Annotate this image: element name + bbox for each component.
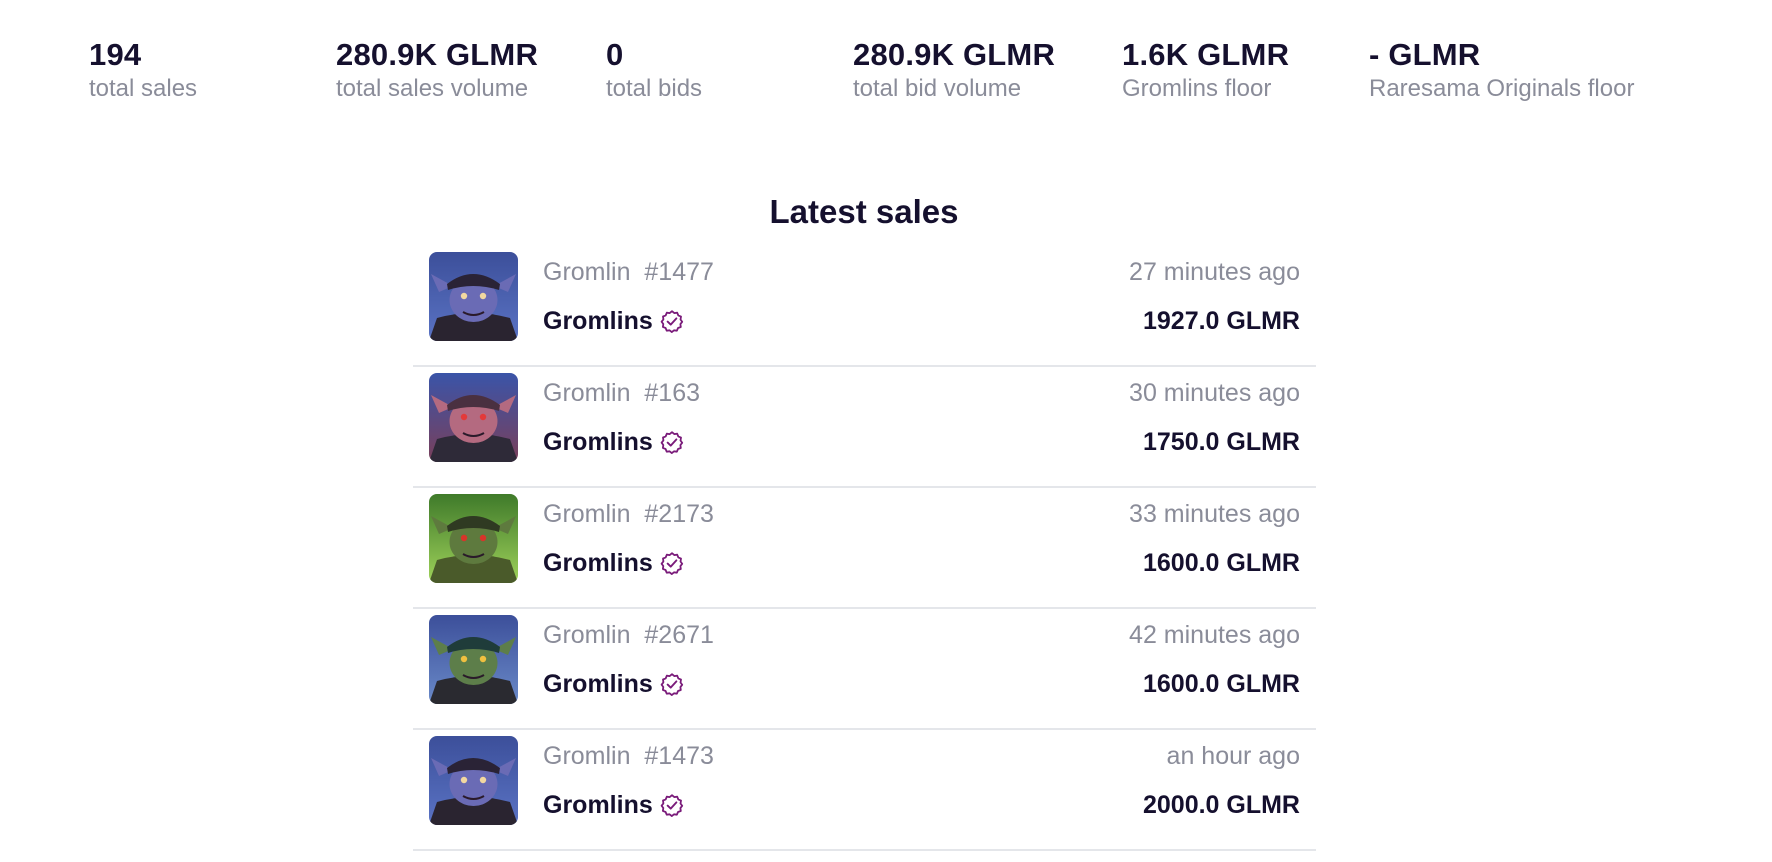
collection-name[interactable]: Gromlins bbox=[543, 789, 653, 821]
sale-time: 42 minutes ago bbox=[1129, 621, 1300, 649]
stat-value: 280.9K GLMR bbox=[336, 37, 539, 72]
collection[interactable]: Gromlins bbox=[543, 789, 684, 821]
stat-total-bid-volume: 280.9K GLMR total bid volume bbox=[853, 36, 1055, 104]
collection[interactable]: Gromlins bbox=[543, 547, 684, 579]
collection-name[interactable]: Gromlins bbox=[543, 305, 653, 337]
stat-raresama-originals-floor: - GLMR Raresama Originals floor bbox=[1369, 36, 1634, 104]
item-name[interactable]: Gromlin #2173 bbox=[543, 498, 714, 530]
sale-price: 1750.0 GLMR bbox=[1142, 428, 1300, 456]
item-name[interactable]: Gromlin #2671 bbox=[543, 619, 714, 651]
collection[interactable]: Gromlins bbox=[543, 305, 684, 337]
nft-thumbnail[interactable] bbox=[429, 736, 518, 825]
collection[interactable]: Gromlins bbox=[543, 668, 684, 700]
collection-name[interactable]: Gromlins bbox=[543, 426, 653, 458]
sale-price: 1600.0 GLMR bbox=[1142, 670, 1300, 698]
stat-label: Raresama Originals floor bbox=[1369, 75, 1635, 102]
nft-thumbnail[interactable] bbox=[429, 373, 518, 462]
stat-value: - GLMR bbox=[1369, 37, 1481, 72]
item-name[interactable]: Gromlin #1477 bbox=[543, 256, 714, 288]
sale-row[interactable]: Gromlin #163 Gromlins 30 minutes ago 175… bbox=[413, 367, 1316, 488]
sale-row[interactable]: Gromlin #2173 Gromlins 33 minutes ago 16… bbox=[413, 488, 1316, 609]
verified-badge-icon bbox=[660, 793, 684, 817]
stat-label: total bid volume bbox=[853, 75, 1022, 102]
stat-total-sales-volume: 280.9K GLMR total sales volume bbox=[336, 36, 538, 104]
stat-label: total bids bbox=[606, 75, 703, 102]
stat-gromlins-floor: 1.6K GLMR Gromlins floor bbox=[1122, 36, 1289, 104]
nft-thumbnail[interactable] bbox=[429, 252, 518, 341]
stat-total-bids: 0 total bids bbox=[606, 36, 702, 104]
stats-bar: 194 total sales 280.9K GLMR total sales … bbox=[89, 36, 1749, 116]
sale-time: 33 minutes ago bbox=[1129, 500, 1300, 528]
sale-price: 2000.0 GLMR bbox=[1142, 791, 1300, 819]
collection-name[interactable]: Gromlins bbox=[543, 668, 653, 700]
collection[interactable]: Gromlins bbox=[543, 426, 684, 458]
stat-value: 280.9K GLMR bbox=[853, 37, 1056, 72]
stat-value: 1.6K GLMR bbox=[1122, 37, 1290, 72]
latest-sales-list: Gromlin #1477 Gromlins 27 minutes ago 19… bbox=[413, 246, 1316, 851]
sale-time: an hour ago bbox=[1166, 742, 1300, 770]
item-name[interactable]: Gromlin #163 bbox=[543, 377, 700, 409]
stat-label: total sales volume bbox=[336, 75, 529, 102]
verified-badge-icon bbox=[660, 309, 684, 333]
sale-row[interactable]: Gromlin #2671 Gromlins 42 minutes ago 16… bbox=[413, 609, 1316, 730]
verified-badge-icon bbox=[660, 551, 684, 575]
nft-thumbnail[interactable] bbox=[429, 494, 518, 583]
stat-label: Gromlins floor bbox=[1122, 75, 1272, 102]
sale-row[interactable]: Gromlin #1473 Gromlins an hour ago 2000.… bbox=[413, 730, 1316, 851]
sale-time: 30 minutes ago bbox=[1129, 379, 1300, 407]
sale-time: 27 minutes ago bbox=[1129, 258, 1300, 286]
verified-badge-icon bbox=[660, 430, 684, 454]
stat-value: 0 bbox=[606, 37, 624, 72]
sale-row[interactable]: Gromlin #1477 Gromlins 27 minutes ago 19… bbox=[413, 246, 1316, 367]
item-name[interactable]: Gromlin #1473 bbox=[543, 740, 714, 772]
stat-total-sales: 194 total sales bbox=[89, 36, 197, 104]
stat-label: total sales bbox=[89, 75, 198, 102]
sale-price: 1927.0 GLMR bbox=[1142, 307, 1300, 335]
sale-price: 1600.0 GLMR bbox=[1142, 549, 1300, 577]
verified-badge-icon bbox=[660, 672, 684, 696]
stat-value: 194 bbox=[89, 37, 142, 72]
nft-thumbnail[interactable] bbox=[429, 615, 518, 704]
collection-name[interactable]: Gromlins bbox=[543, 547, 653, 579]
latest-sales-title: Latest sales bbox=[769, 193, 959, 230]
